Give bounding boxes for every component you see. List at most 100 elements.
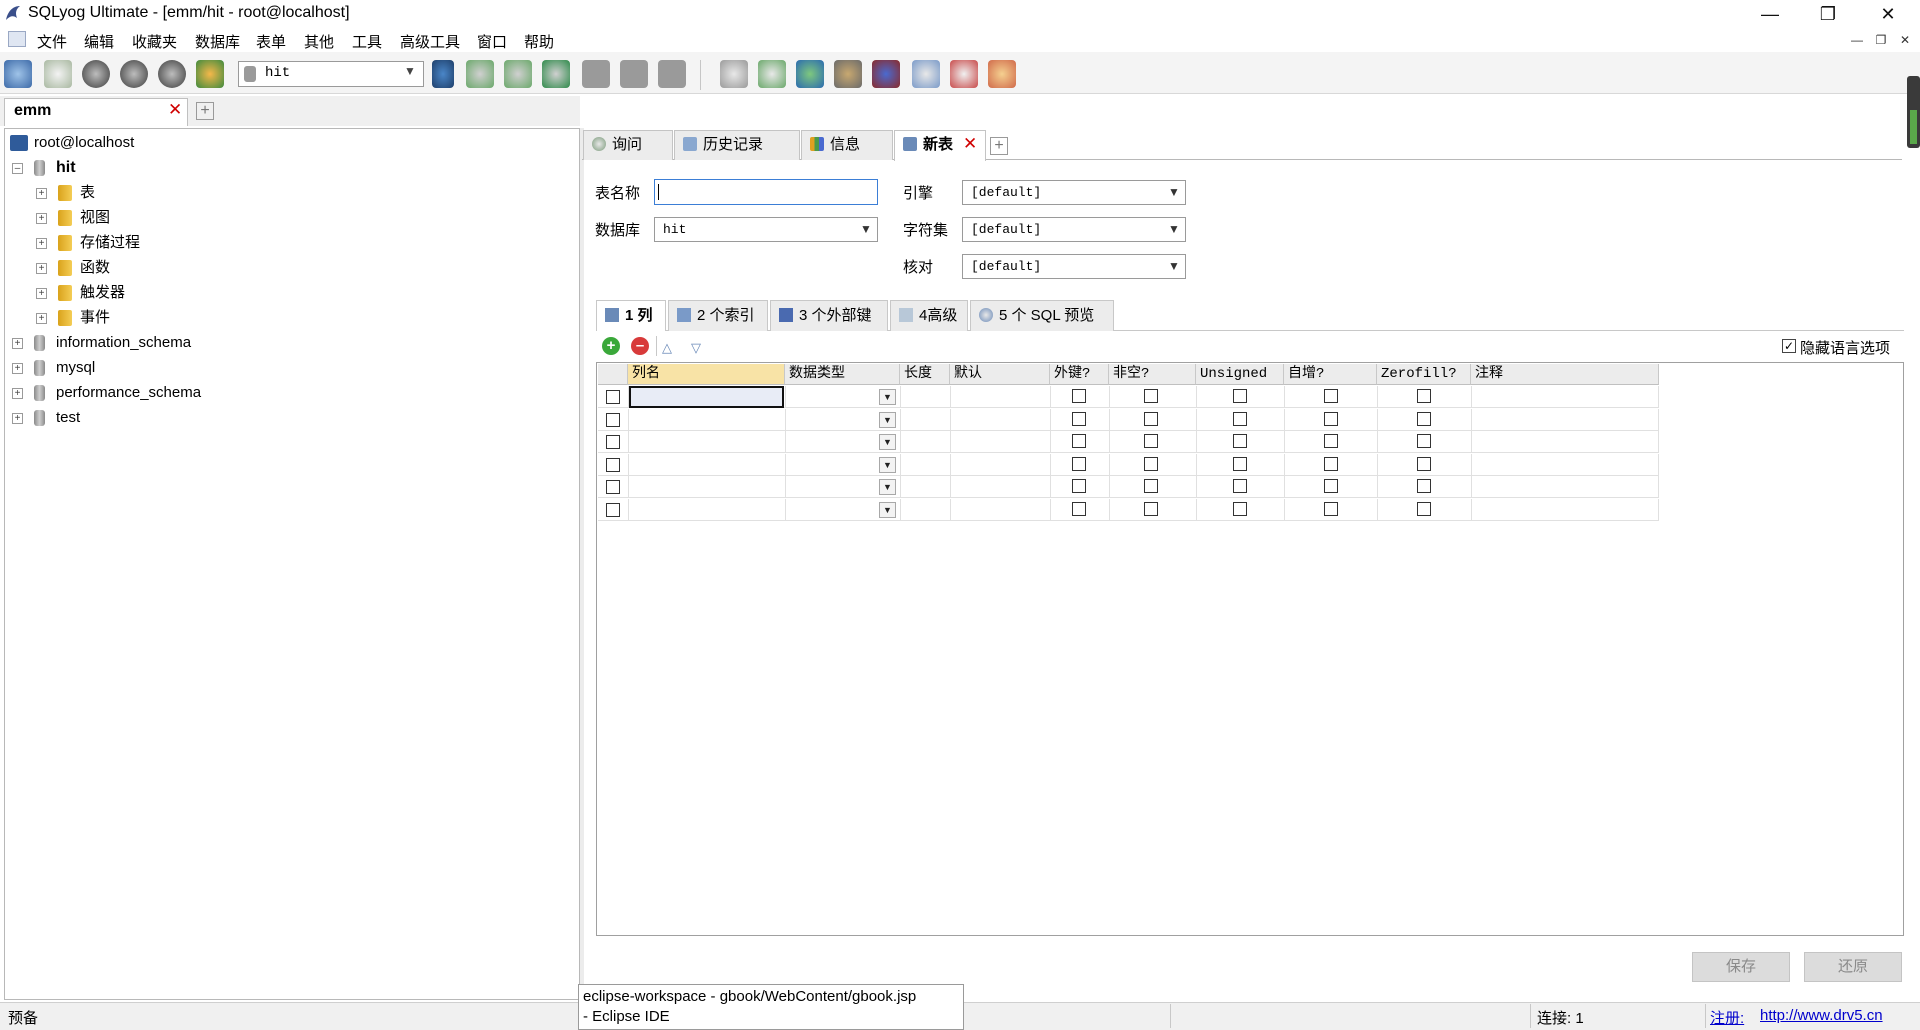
menu-database[interactable]: 数据库 [195, 31, 240, 52]
menu-favorites[interactable]: 收藏夹 [132, 31, 177, 52]
chevron-down-icon[interactable]: ▼ [860, 222, 872, 236]
tree-db-test[interactable]: test [56, 405, 80, 430]
column-name-cell[interactable] [629, 386, 784, 408]
table-properties-icon[interactable] [658, 60, 686, 88]
menu-window[interactable]: 窗口 [477, 31, 507, 52]
schema-designer-icon[interactable] [988, 60, 1016, 88]
expand-icon[interactable]: + [12, 338, 23, 349]
hide-language-options-checkbox[interactable]: ✓ [1782, 339, 1796, 353]
grid-checkbox[interactable] [1324, 434, 1338, 448]
tree-server[interactable]: root@localhost [34, 130, 134, 155]
subtab-columns[interactable]: 1 列 [596, 300, 666, 331]
subtab-foreign-keys[interactable]: 3 个外部键 [770, 300, 888, 331]
expand-icon[interactable]: + [12, 363, 23, 374]
header-foreign-key[interactable]: 外键? [1050, 364, 1109, 385]
remove-column-icon[interactable]: – [631, 337, 649, 355]
subtab-advanced[interactable]: 4高级 [890, 300, 968, 331]
grid-checkbox[interactable] [1233, 501, 1247, 516]
register-link[interactable]: http://www.drv5.cn [1760, 1007, 1883, 1024]
grid-checkbox[interactable] [1324, 479, 1338, 493]
revert-button[interactable]: 还原 [1804, 952, 1902, 982]
column-name-cell[interactable] [629, 454, 784, 476]
header-column-name[interactable]: 列名 [628, 364, 785, 385]
grid-checkbox[interactable] [1324, 456, 1338, 471]
row-select-checkbox[interactable] [606, 412, 620, 427]
collation-select[interactable]: [default] [962, 254, 1186, 279]
menu-edit[interactable]: 编辑 [84, 31, 114, 52]
row-select-checkbox[interactable] [606, 480, 620, 494]
row-select-checkbox[interactable] [606, 457, 620, 472]
grid-checkbox[interactable] [1072, 411, 1086, 426]
column-name-cell[interactable] [629, 409, 784, 431]
execute-query-icon[interactable] [82, 60, 110, 88]
grid-checkbox[interactable] [1233, 479, 1247, 493]
grid-checkbox[interactable] [1144, 501, 1158, 516]
header-zerofill[interactable]: Zerofill? [1377, 364, 1471, 385]
grid-checkbox[interactable] [1417, 434, 1431, 448]
add-tab-button[interactable]: + [990, 137, 1008, 155]
close-tab-icon[interactable]: ✕ [168, 100, 182, 120]
grid-checkbox[interactable] [1233, 456, 1247, 471]
charset-select[interactable]: [default] [962, 217, 1186, 242]
tree-triggers[interactable]: 触发器 [80, 280, 125, 305]
grid-checkbox[interactable] [1417, 411, 1431, 426]
data-type-dropdown-icon[interactable]: ▼ [879, 411, 896, 428]
grid-checkbox[interactable] [1072, 389, 1086, 403]
backup-icon[interactable] [834, 60, 862, 88]
header-not-null[interactable]: 非空? [1109, 364, 1196, 385]
column-name-cell[interactable] [629, 476, 784, 498]
database-select[interactable]: hit [238, 61, 424, 87]
chevron-down-icon[interactable]: ▼ [1168, 259, 1180, 273]
menu-advanced-tools[interactable]: 高级工具 [400, 31, 460, 52]
execute-all-icon[interactable] [120, 60, 148, 88]
register-label[interactable]: 注册: [1710, 1007, 1744, 1028]
grid-checkbox[interactable] [1144, 456, 1158, 471]
import-icon[interactable] [542, 60, 570, 88]
header-auto-increment[interactable]: 自增? [1284, 364, 1377, 385]
grid-checkbox[interactable] [1233, 434, 1247, 448]
move-down-icon[interactable]: ▽ [691, 340, 701, 356]
expand-icon[interactable]: + [12, 413, 23, 424]
data-type-dropdown-icon[interactable]: ▼ [879, 456, 896, 473]
stop-query-icon[interactable] [158, 60, 186, 88]
create-database-icon[interactable] [466, 60, 494, 88]
grid-checkbox[interactable] [1324, 411, 1338, 426]
row-select-checkbox[interactable] [606, 435, 620, 449]
menu-table[interactable]: 表单 [256, 31, 286, 52]
data-type-dropdown-icon[interactable]: ▼ [879, 479, 896, 495]
tree-tables[interactable]: 表 [80, 180, 95, 205]
header-comment[interactable]: 注释 [1471, 364, 1659, 385]
add-tab-button[interactable]: + [196, 102, 214, 120]
close-tab-icon[interactable]: ✕ [963, 134, 977, 154]
tree-functions[interactable]: 函数 [80, 255, 110, 280]
expand-icon[interactable]: + [36, 263, 47, 274]
header-data-type[interactable]: 数据类型 [785, 364, 900, 385]
mdi-minimize-button[interactable]: — [1848, 32, 1866, 48]
chevron-down-icon[interactable]: ▼ [1168, 185, 1180, 199]
grid-checkbox[interactable] [1417, 389, 1431, 403]
expand-icon[interactable]: + [12, 388, 23, 399]
grid-checkbox[interactable] [1417, 479, 1431, 493]
data-type-dropdown-icon[interactable]: ▼ [879, 389, 896, 405]
grid-checkbox[interactable] [1233, 389, 1247, 403]
expand-icon[interactable]: + [36, 238, 47, 249]
chevron-down-icon[interactable]: ▼ [1168, 222, 1180, 236]
grid-checkbox[interactable] [1144, 434, 1158, 448]
table-structure-icon[interactable] [620, 60, 648, 88]
add-column-icon[interactable]: + [602, 337, 620, 355]
mdi-restore-button[interactable]: ❐ [1872, 32, 1890, 48]
grid-checkbox[interactable] [1072, 456, 1086, 471]
data-type-dropdown-icon[interactable]: ▼ [879, 434, 896, 450]
grid-checkbox[interactable] [1324, 501, 1338, 516]
header-unsigned[interactable]: Unsigned [1196, 364, 1284, 385]
new-query-icon[interactable] [44, 60, 72, 88]
data-sync-icon[interactable] [758, 60, 786, 88]
expand-icon[interactable]: + [36, 288, 47, 299]
table-data-icon[interactable] [582, 60, 610, 88]
menu-other[interactable]: 其他 [304, 31, 334, 52]
copy-database-icon[interactable] [796, 60, 824, 88]
grid-checkbox[interactable] [1072, 501, 1086, 516]
restore-icon[interactable] [872, 60, 900, 88]
expand-icon[interactable]: + [36, 313, 47, 324]
table-name-input[interactable] [654, 179, 878, 205]
